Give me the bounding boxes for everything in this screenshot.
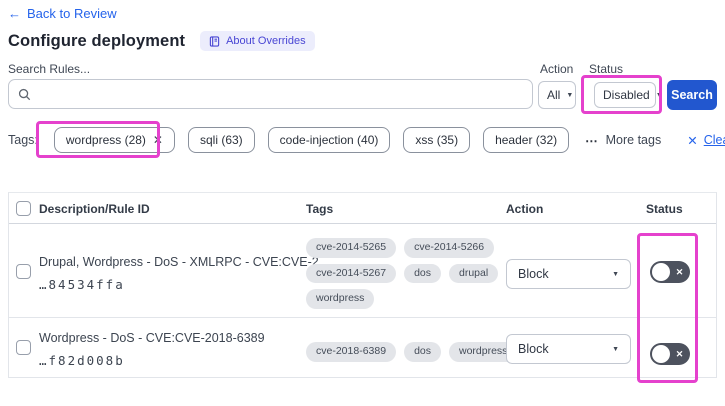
rule-tag-badge: cve-2014-5266 <box>404 238 495 258</box>
book-icon <box>209 35 220 47</box>
toggle-knob <box>652 345 670 363</box>
clear-tags-button[interactable]: ✕ Clear tags <box>687 133 725 148</box>
rule-tag-badge: dos <box>404 342 441 362</box>
tag-pill-sqli[interactable]: sqli (63) <box>187 127 255 153</box>
rule-tag-badge: wordpress <box>306 289 375 309</box>
back-link-label: Back to Review <box>27 6 117 21</box>
tag-pill-wordpress-selected[interactable]: wordpress (28) ✕ <box>53 127 175 153</box>
rules-table: Description/Rule ID Tags Action Status D… <box>8 192 717 378</box>
status-label: Status <box>589 62 624 76</box>
action-select[interactable]: Block ▼ <box>506 334 631 364</box>
rule-tags: cve-2014-5265 cve-2014-5266 cve-2014-526… <box>306 238 508 309</box>
action-select-value: Block <box>518 342 549 356</box>
back-to-review-link[interactable]: ← Back to Review <box>8 6 117 21</box>
rule-tag-badge: cve-2018-6389 <box>306 342 397 362</box>
clear-tags-label: Clear tags <box>703 133 725 147</box>
tag-pill-code-injection[interactable]: code-injection (40) <box>267 127 391 153</box>
action-select[interactable]: Block ▼ <box>506 259 631 289</box>
action-filter-dropdown[interactable]: All ▼ <box>538 81 576 109</box>
table-row: Drupal, Wordpress - DoS - XMLRPC - CVE:C… <box>9 224 716 318</box>
tag-pill-header[interactable]: header (32) <box>483 127 570 153</box>
select-all-checkbox[interactable] <box>16 201 31 216</box>
remove-tag-icon[interactable]: ✕ <box>153 134 163 146</box>
more-tags-button[interactable]: ⋯ More tags <box>585 133 661 148</box>
rule-tag-badge: cve-2014-5267 <box>306 263 397 284</box>
rule-tag-badge: drupal <box>449 263 499 284</box>
tag-pill-label: code-injection (40) <box>279 133 379 147</box>
row-checkbox[interactable] <box>16 264 31 279</box>
action-filter-value: All <box>547 88 561 102</box>
tags-label: Tags: <box>8 133 38 147</box>
rule-tag-badge: dos <box>404 263 441 284</box>
status-filter-value: Disabled <box>603 88 650 102</box>
column-header-tags: Tags <box>306 202 334 216</box>
status-toggle[interactable]: ✕ <box>650 261 690 283</box>
chevron-down-icon: ▼ <box>612 345 619 353</box>
clear-x-icon: ✕ <box>687 133 698 148</box>
table-row: Wordpress - DoS - CVE:CVE-2018-6389 …f82… <box>9 318 716 377</box>
ellipsis-icon: ⋯ <box>585 133 599 148</box>
column-header-description: Description/Rule ID <box>39 202 150 216</box>
rule-description: Wordpress - DoS - CVE:CVE-2018-6389 <box>39 331 265 345</box>
tag-pill-label: sqli (63) <box>199 133 243 147</box>
page-title: Configure deployment <box>8 31 186 50</box>
status-filter-dropdown[interactable]: Disabled ▼ <box>594 82 663 108</box>
status-toggle[interactable]: ✕ <box>650 343 690 365</box>
column-header-status: Status <box>646 202 683 216</box>
tag-pill-label: wordpress (28) <box>65 133 146 147</box>
rule-description: Drupal, Wordpress - DoS - XMLRPC - CVE:C… <box>39 255 330 269</box>
about-overrides-badge[interactable]: About Overrides <box>200 31 315 51</box>
toggle-knob <box>652 263 670 281</box>
rule-tag-badge: cve-2014-5265 <box>306 238 397 258</box>
rule-id: …f82d008b <box>39 353 125 368</box>
action-select-value: Block <box>518 267 549 281</box>
back-arrow-icon: ← <box>8 6 21 21</box>
chevron-down-icon: ▼ <box>566 91 574 99</box>
search-icon <box>18 88 31 101</box>
tag-pill-xss[interactable]: xss (35) <box>403 127 471 153</box>
title-row: Configure deployment About Overrides <box>8 31 315 51</box>
toggle-off-x-icon: ✕ <box>675 266 684 277</box>
table-header-row: Description/Rule ID Tags Action Status <box>9 193 716 224</box>
chevron-down-icon: ▼ <box>655 91 663 99</box>
tag-pill-label: header (32) <box>495 133 558 147</box>
rule-id: …84534ffa <box>39 277 125 292</box>
about-overrides-label: About Overrides <box>226 35 306 47</box>
search-rules-label: Search Rules... <box>8 62 91 76</box>
more-tags-label: More tags <box>605 133 662 147</box>
toggle-off-x-icon: ✕ <box>675 348 684 359</box>
tags-bar: Tags: wordpress (28) ✕ sqli (63) code-in… <box>8 127 725 153</box>
search-button[interactable]: Search <box>667 80 717 110</box>
action-label: Action <box>540 62 574 76</box>
row-checkbox[interactable] <box>16 340 31 355</box>
search-rules-box <box>8 79 533 109</box>
column-header-action: Action <box>506 202 544 216</box>
search-rules-input[interactable] <box>38 86 523 102</box>
tag-pill-label: xss (35) <box>415 133 459 147</box>
rule-tags: cve-2018-6389 dos wordpress <box>306 342 518 362</box>
chevron-down-icon: ▼ <box>612 270 619 278</box>
